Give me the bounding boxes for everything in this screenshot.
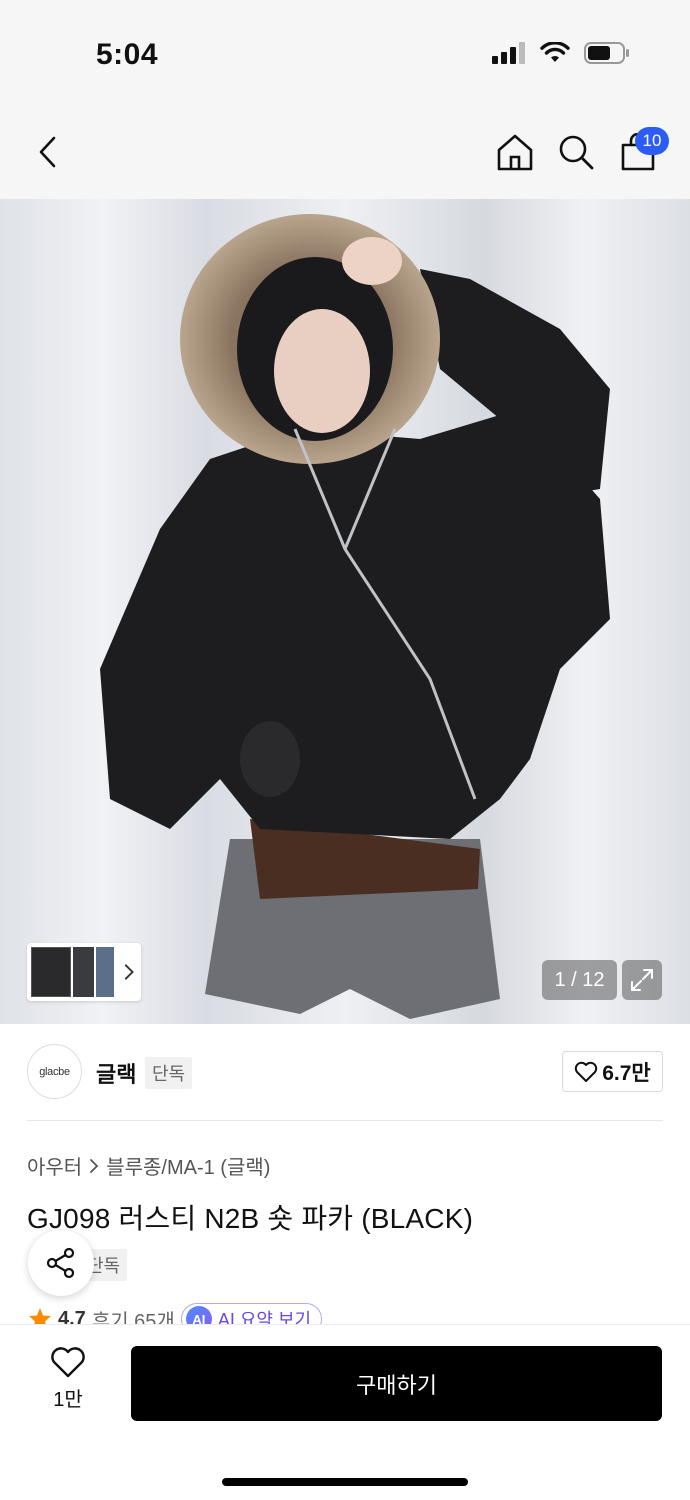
brand-logo[interactable]: glacbe [27, 1044, 82, 1099]
home-button[interactable] [492, 129, 538, 175]
battery-icon [584, 42, 629, 64]
wishlist-count: 1만 [53, 1389, 83, 1411]
share-button[interactable] [28, 1230, 94, 1296]
thumbnail-2[interactable] [73, 947, 95, 997]
expand-icon [631, 969, 653, 991]
brand-row: glacbe 글랙 단독 6.7만 [27, 1044, 663, 1100]
product-title: GJ098 러스티 N2B 숏 파카 (BLACK) [27, 1203, 474, 1234]
top-nav-bar [0, 105, 690, 199]
product-image-gallery[interactable] [0, 199, 690, 1024]
brand-like-count: 6.7만 [602, 1061, 651, 1085]
share-icon [46, 1247, 75, 1279]
buy-button[interactable]: 구매하기 [131, 1346, 662, 1421]
thumbnail-strip[interactable] [27, 943, 141, 1001]
chevron-left-icon [39, 136, 56, 168]
heart-icon [51, 1347, 85, 1378]
divider [27, 1120, 663, 1121]
wifi-icon [540, 42, 570, 62]
product-photo [0, 199, 690, 1024]
image-counter: 1 / 12 [542, 960, 617, 1000]
breadcrumb-subcategory[interactable]: 블루종/MA-1 (글랙) [106, 1151, 270, 1180]
search-icon [559, 135, 594, 170]
chevron-right-icon [90, 1158, 99, 1173]
status-time: 5:04 [96, 38, 159, 71]
heart-icon [575, 1061, 598, 1082]
breadcrumb: 아우터 블루종/MA-1 (글랙) [27, 1151, 270, 1180]
wishlist-button[interactable]: 1만 [40, 1347, 96, 1417]
chevron-right-icon[interactable] [122, 962, 137, 982]
status-bar: 5:04 [0, 0, 690, 105]
expand-image-button[interactable] [622, 960, 662, 1000]
cellular-signal-icon [492, 42, 525, 64]
thumbnail-3[interactable] [96, 947, 114, 997]
search-button[interactable] [553, 129, 599, 175]
brand-like-button[interactable]: 6.7만 [562, 1051, 663, 1092]
home-icon [497, 134, 533, 171]
home-indicator [222, 1478, 468, 1486]
cart-count-badge: 10 [635, 127, 669, 155]
brand-name[interactable]: 글랙 [96, 1057, 136, 1089]
status-icons [492, 42, 630, 64]
back-button[interactable] [25, 129, 71, 175]
brand-exclusive-tag: 단독 [145, 1057, 193, 1089]
thumbnail-1[interactable] [31, 947, 72, 997]
bottom-action-bar: 1만 구매하기 [0, 1324, 690, 1500]
breadcrumb-category[interactable]: 아우터 [27, 1151, 82, 1180]
